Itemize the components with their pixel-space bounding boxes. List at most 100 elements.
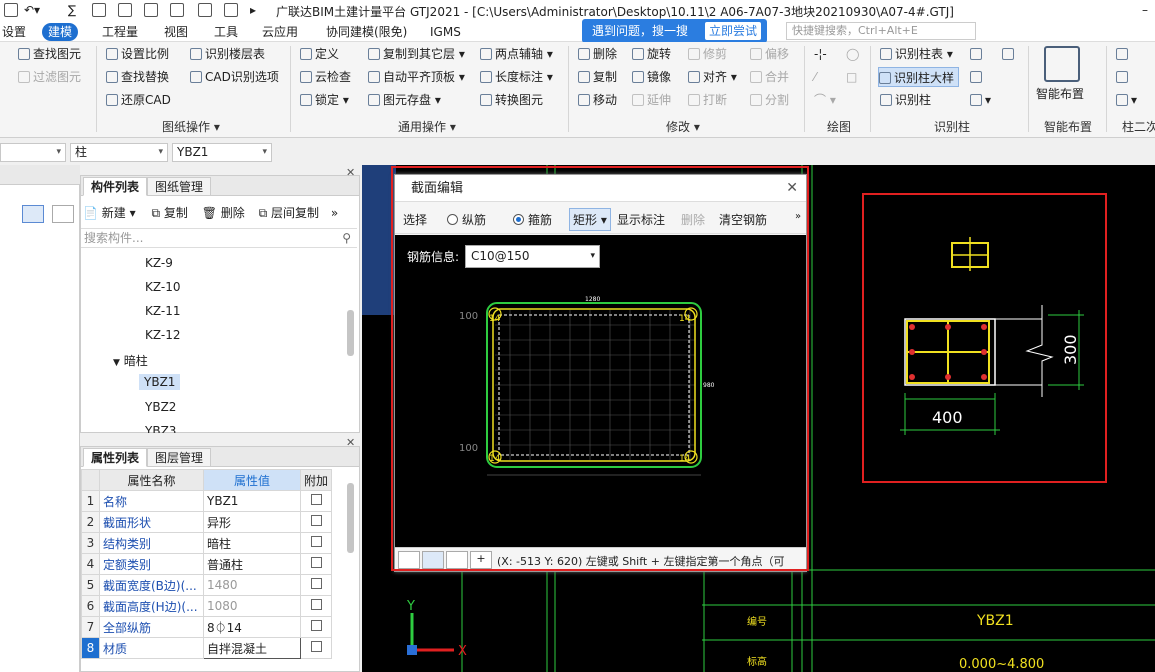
list-item[interactable]: KZ-10 [145,280,180,294]
define-button[interactable]: 定义 [300,44,339,64]
component-select[interactable]: YBZ1 ▾ [172,143,272,162]
modify-group-label[interactable]: 修改 ▾ [666,118,700,135]
recognize-column-table-button[interactable]: 识别柱表 ▾ [880,44,953,64]
tree-group-hidden-column[interactable]: ▼ 暗柱 [113,352,148,369]
floor-select[interactable]: ▾ [0,143,66,162]
type-select[interactable]: 柱 ▾ [70,143,168,162]
save-element-button[interactable]: 图元存盘 ▾ [368,90,441,110]
merge-button[interactable]: 合并 [750,67,789,87]
common-ops-group-label[interactable]: 通用操作 ▾ [398,118,456,135]
undo-icon[interactable]: ↶▾ [24,3,40,17]
tab-layer-manage[interactable]: 图层管理 [147,448,212,467]
copy-to-floor-button[interactable]: 复制到其它层 ▾ [368,44,465,64]
menu-quantity[interactable]: 工程量 [96,23,144,41]
draw-rect-tool[interactable]: □ [846,67,857,87]
filter-element-button[interactable]: 过滤图元 [18,67,81,87]
break-button[interactable]: 打断 [688,90,727,110]
shortcut-search-input[interactable]: 快捷键搜索，Ctrl+Alt+E [786,22,976,40]
check-icon[interactable] [118,3,132,17]
copy-component-button[interactable]: ⧉ 复制 [151,206,187,220]
table-row[interactable]: 7 全部纵筋 8⏀14 [81,616,333,638]
attach-checkbox[interactable] [299,490,333,512]
minimize-icon[interactable]: – [1142,3,1148,17]
tab-property-list[interactable]: 属性列表 [83,448,148,467]
delete-button[interactable]: 删除 [578,44,617,64]
attach-checkbox[interactable] [299,616,333,638]
table-row[interactable]: 1 名称 YBZ1 [81,490,333,512]
menu-settings[interactable]: 设置 [0,23,32,41]
table-row[interactable]: 3 结构类别 暗柱 [81,532,333,554]
cloud-icon[interactable] [224,3,238,17]
edit-icon[interactable] [198,3,212,17]
column-tool-2[interactable] [1116,67,1131,87]
toolbar-overflow-icon[interactable]: » [331,206,338,220]
list-item[interactable]: KZ-9 [145,256,173,270]
length-dim-button[interactable]: 长度标注 ▾ [480,67,553,87]
copy-between-floors-button[interactable]: ⧉ 层间复制 [259,206,319,220]
more-select-button[interactable]: ▾ [970,90,991,110]
draw-arc-tool[interactable]: ⌒ ▾ [814,90,836,110]
convert-element-button[interactable]: 转换图元 [480,90,543,110]
table-row[interactable]: 5 截面宽度(B边)(... 1480 [81,574,333,596]
attach-checkbox[interactable] [299,637,333,659]
lock-button[interactable]: 锁定 ▾ [300,90,349,110]
draw-point-tool[interactable]: -¦- [814,44,827,64]
menu-view[interactable]: 视图 [158,23,194,41]
drawing-ops-group-label[interactable]: 图纸操作 ▾ [162,118,220,135]
recognize-column-detail-button[interactable]: 识别柱大样 [878,67,960,87]
attach-checkbox[interactable] [299,595,333,617]
layer-filter-button[interactable] [1002,44,1017,64]
tab-component-list[interactable]: 构件列表 [83,177,148,196]
save-icon[interactable] [4,3,18,17]
restore-cad-button[interactable]: 还原CAD [106,90,171,110]
draw-line-tool[interactable]: ⁄ [814,67,816,87]
table-row[interactable]: 2 截面形状 异形 [81,511,333,533]
sum-icon[interactable]: ∑ [68,3,76,17]
cloud-check-button[interactable]: 云检查 [300,67,351,87]
list-item[interactable]: YBZ3 [145,424,176,433]
select-icon-button[interactable] [970,44,985,64]
attach-checkbox[interactable] [299,511,333,533]
column-tool-3[interactable]: ▾ [1116,90,1137,110]
two-point-axis-button[interactable]: 两点辅轴 ▾ [480,44,553,64]
list-view-icon[interactable] [22,205,44,223]
list-item-selected[interactable]: YBZ1 [139,374,181,390]
scrollbar[interactable] [347,310,354,356]
menu-collab[interactable]: 协同建模(限免) [320,23,413,41]
split-button[interactable]: 分割 [750,90,789,110]
find-replace-button[interactable]: 查找替换 [106,67,169,87]
trim-button[interactable]: 修剪 [688,44,727,64]
close-icon[interactable]: ✕ [346,166,355,179]
move-button[interactable]: 移动 [578,90,617,110]
menu-igms[interactable]: IGMS [424,23,467,41]
table-row[interactable]: 8 材质 自拌混凝土 [81,637,333,659]
rotate-button[interactable]: 旋转 [632,44,671,64]
attach-checkbox[interactable] [299,553,333,575]
menu-tools[interactable]: 工具 [208,23,244,41]
draw-circle-tool[interactable]: ◯ [846,44,859,64]
smart-layout-icon[interactable] [1044,46,1080,82]
menu-modeling[interactable]: 建模 [42,23,79,41]
list-item[interactable]: KZ-12 [145,328,180,342]
recognize-floor-table-button[interactable]: 识别楼层表 [190,44,265,64]
smart-layout-button[interactable]: 智能布置 [1036,84,1084,104]
table-row[interactable]: 4 定额类别 普通柱 [81,553,333,575]
attach-checkbox[interactable] [299,532,333,554]
try-now-button[interactable]: 立即尝试 [705,22,762,40]
find-element-button[interactable]: 查找图元 [18,44,81,64]
cad-options-button[interactable]: CAD识别选项 [190,67,279,87]
align-button[interactable]: 对齐 ▾ [688,67,737,87]
delete-component-button[interactable]: 🗑 删除 [202,206,245,220]
copy-button[interactable]: 复制 [578,67,617,87]
tab-drawing-manage[interactable]: 图纸管理 [147,177,212,196]
mirror-button[interactable]: 镜像 [632,67,671,87]
detail-view-icon[interactable] [52,205,74,223]
scrollbar[interactable] [347,483,354,553]
report-icon[interactable] [92,3,106,17]
list-item[interactable]: YBZ2 [145,400,176,414]
filter-select-button[interactable] [970,67,985,87]
component-search-input[interactable]: 搜索构件... ⚲ [81,228,357,248]
auto-align-slab-button[interactable]: 自动平齐顶板 ▾ [368,67,465,87]
set-scale-button[interactable]: 设置比例 [106,44,169,64]
column-tool-1[interactable] [1116,44,1131,64]
